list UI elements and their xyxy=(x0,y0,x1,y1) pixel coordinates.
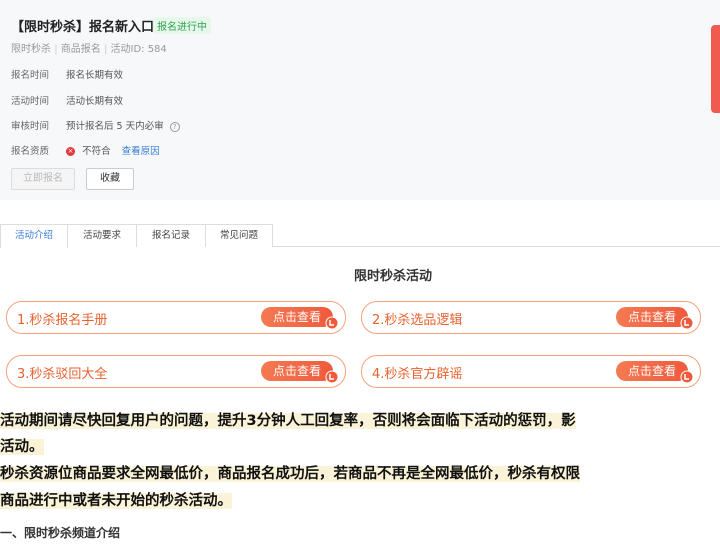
view-button[interactable]: 点击查看 xyxy=(261,361,333,381)
pill-rejection-guide[interactable]: 3.秒杀驳回大全 点击查看 xyxy=(6,355,346,388)
notice-line: 商品进行中或者未开始的秒杀活动。 xyxy=(0,489,720,510)
activity-header-card: 【限时秒杀】报名新入口 报名进行中 限时秒杀 | 商品报名 | 活动ID: 58… xyxy=(0,0,720,200)
notice-text: 商品进行中或者未开始的秒杀活动。 xyxy=(0,493,232,509)
pill-label: 1.秒杀报名手册 xyxy=(17,313,108,328)
apply-now-button[interactable]: 立即报名 xyxy=(11,168,75,190)
view-button[interactable]: 点击查看 xyxy=(616,307,688,327)
row-label: 活动时间 xyxy=(11,96,50,107)
tab-bar: 活动介绍 活动要求 报名记录 常见问题 xyxy=(0,224,720,248)
meta-activity-id: 活动ID: 584 xyxy=(110,44,167,55)
row-value: 预计报名后 5 天内必审 xyxy=(66,121,164,132)
notice-line: 活动期间请尽快回复用户的问题，提升3分钟人工回复率，否则将会面临下活动的惩罚，影 xyxy=(0,409,720,430)
notice-text: 活动期间请尽快回复用户的问题，提升3分钟人工回复率，否则将会面临下活动的惩罚，影 xyxy=(0,413,576,429)
page-title: 【限时秒杀】报名新入口 xyxy=(11,20,155,35)
notice-text: 秒杀资源位商品要求全网最低价，商品报名成功后，若商品不再是全网最低价，秒杀有权限 xyxy=(0,466,580,482)
pointer-hand-icon xyxy=(325,370,339,384)
pill-label: 3.秒杀驳回大全 xyxy=(17,367,108,382)
row-value: 报名长期有效 xyxy=(66,70,124,81)
row-signup-time: 报名时间 报名长期有效 xyxy=(11,67,123,81)
notice-line: 秒杀资源位商品要求全网最低价，商品报名成功后，若商品不再是全网最低价，秒杀有权限 xyxy=(0,462,720,483)
tab-activity-requirements[interactable]: 活动要求 xyxy=(67,224,137,247)
status-badge: 报名进行中 xyxy=(153,17,211,34)
qualification-status: 不符合 xyxy=(82,146,111,157)
pill-official-rumor[interactable]: 4.秒杀官方辟谣 点击查看 xyxy=(361,355,701,388)
pill-label: 2.秒杀选品逻辑 xyxy=(372,313,463,328)
row-value: 活动长期有效 xyxy=(66,96,124,107)
row-label: 审核时间 xyxy=(11,121,50,132)
row-label: 报名资质 xyxy=(11,146,50,157)
tab-activity-intro[interactable]: 活动介绍 xyxy=(0,224,68,248)
meta-type: 商品报名 xyxy=(60,44,101,55)
row-label: 报名时间 xyxy=(11,70,50,81)
view-reason-link[interactable]: 查看原因 xyxy=(122,146,160,157)
tab-signup-records[interactable]: 报名记录 xyxy=(136,224,206,247)
row-qualification: 报名资质 × 不符合 查看原因 xyxy=(11,143,160,157)
meta-category: 限时秒杀 xyxy=(11,44,51,55)
side-float-tab[interactable] xyxy=(711,25,720,113)
pill-product-logic[interactable]: 2.秒杀选品逻辑 点击查看 xyxy=(361,301,701,334)
error-x-icon: × xyxy=(66,147,76,156)
notice-line: 活动。 xyxy=(0,435,720,456)
notice-text: 活动。 xyxy=(0,439,44,455)
row-activity-time: 活动时间 活动长期有效 xyxy=(11,93,123,107)
activity-meta: 限时秒杀 | 商品报名 | 活动ID: 584 xyxy=(11,40,167,55)
section-heading: 一、限时秒杀频道介绍 xyxy=(0,526,121,540)
row-review-time: 审核时间 预计报名后 5 天内必审 ? xyxy=(11,118,180,132)
info-icon[interactable]: ? xyxy=(169,121,180,132)
pointer-hand-icon xyxy=(680,316,694,330)
view-button[interactable]: 点击查看 xyxy=(616,361,688,381)
pointer-hand-icon xyxy=(680,370,694,384)
pill-label: 4.秒杀官方辟谣 xyxy=(372,367,463,382)
favorite-button[interactable]: 收藏 xyxy=(86,168,134,190)
tab-faq[interactable]: 常见问题 xyxy=(205,224,273,247)
view-button[interactable]: 点击查看 xyxy=(261,307,333,327)
pill-signup-manual[interactable]: 1.秒杀报名手册 点击查看 xyxy=(6,301,346,334)
section-title: 限时秒杀活动 xyxy=(353,269,432,284)
pointer-hand-icon xyxy=(325,316,339,330)
